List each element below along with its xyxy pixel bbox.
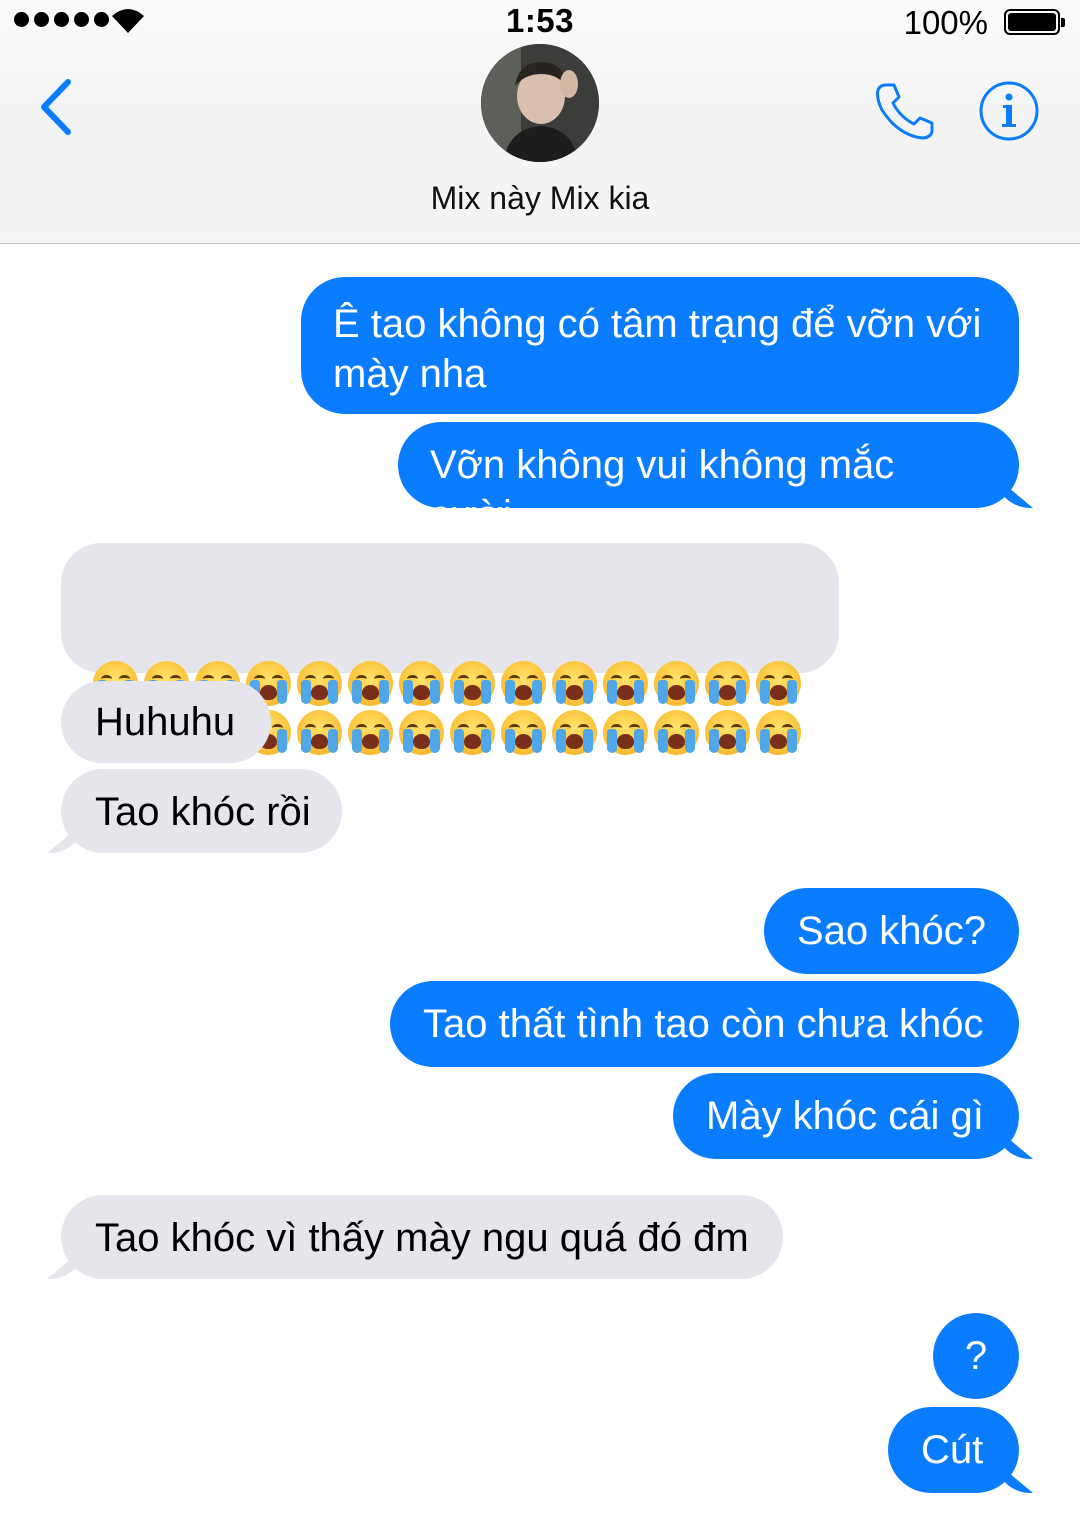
loudly-crying-face-icon xyxy=(705,710,750,755)
message-bubble-sent[interactable]: Cút xyxy=(888,1407,1019,1493)
phone-icon xyxy=(876,83,934,140)
loudly-crying-face-icon xyxy=(756,710,801,755)
message-bubble-emoji[interactable] xyxy=(61,543,839,755)
message-bubble-sent[interactable]: ? xyxy=(933,1313,1019,1399)
message-bubble-sent[interactable]: Ê tao không có tâm trạng để vỡn với mày … xyxy=(301,277,1019,414)
loudly-crying-face-icon xyxy=(399,710,444,755)
loudly-crying-face-icon xyxy=(501,661,546,706)
loudly-crying-face-icon xyxy=(603,661,648,706)
message-bubble-sent[interactable]: Tao thất tình tao còn chưa khóc xyxy=(390,981,1019,1067)
message-bubble-received[interactable]: Tao khóc vì thấy mày ngu quá đó đm xyxy=(61,1195,783,1279)
messages-screen: Mix này Mix kia 1:53 100% Ê tao không có… xyxy=(0,0,1080,1524)
loudly-crying-face-icon xyxy=(756,661,801,706)
chevron-left-icon xyxy=(41,79,71,135)
battery-percent: 100% xyxy=(903,4,988,41)
loudly-crying-face-icon xyxy=(348,661,393,706)
status-bar: 1:53 100% xyxy=(0,0,1080,46)
loudly-crying-face-icon xyxy=(297,661,342,706)
loudly-crying-face-icon xyxy=(552,661,597,706)
message-bubble-received[interactable]: Huhuhu xyxy=(61,681,271,763)
loudly-crying-face-icon xyxy=(348,710,393,755)
message-bubble-sent[interactable]: Vỡn không vui không mắc cười xyxy=(398,422,1019,537)
loudly-crying-face-icon xyxy=(603,710,648,755)
loudly-crying-face-icon xyxy=(297,710,342,755)
info-icon xyxy=(979,81,1039,141)
loudly-crying-face-icon xyxy=(450,710,495,755)
loudly-crying-face-icon xyxy=(552,710,597,755)
message-bubble-received[interactable]: Tao khóc rồi xyxy=(61,769,342,853)
avatar-photo xyxy=(481,44,599,162)
back-button[interactable] xyxy=(32,76,80,138)
loudly-crying-face-icon xyxy=(654,661,699,706)
contact-name[interactable]: Mix này Mix kia xyxy=(0,180,1080,217)
loudly-crying-face-icon xyxy=(654,710,699,755)
loudly-crying-face-icon xyxy=(399,661,444,706)
loudly-crying-face-icon xyxy=(501,710,546,755)
message-bubble-sent[interactable]: Mày khóc cái gì xyxy=(673,1073,1019,1159)
battery-icon xyxy=(1004,9,1065,35)
contact-avatar[interactable] xyxy=(481,44,599,162)
call-button[interactable] xyxy=(872,80,938,142)
loudly-crying-face-icon xyxy=(705,661,750,706)
info-button[interactable] xyxy=(978,80,1040,142)
message-bubble-sent[interactable]: Sao khóc? xyxy=(764,888,1019,974)
loudly-crying-face-icon xyxy=(450,661,495,706)
